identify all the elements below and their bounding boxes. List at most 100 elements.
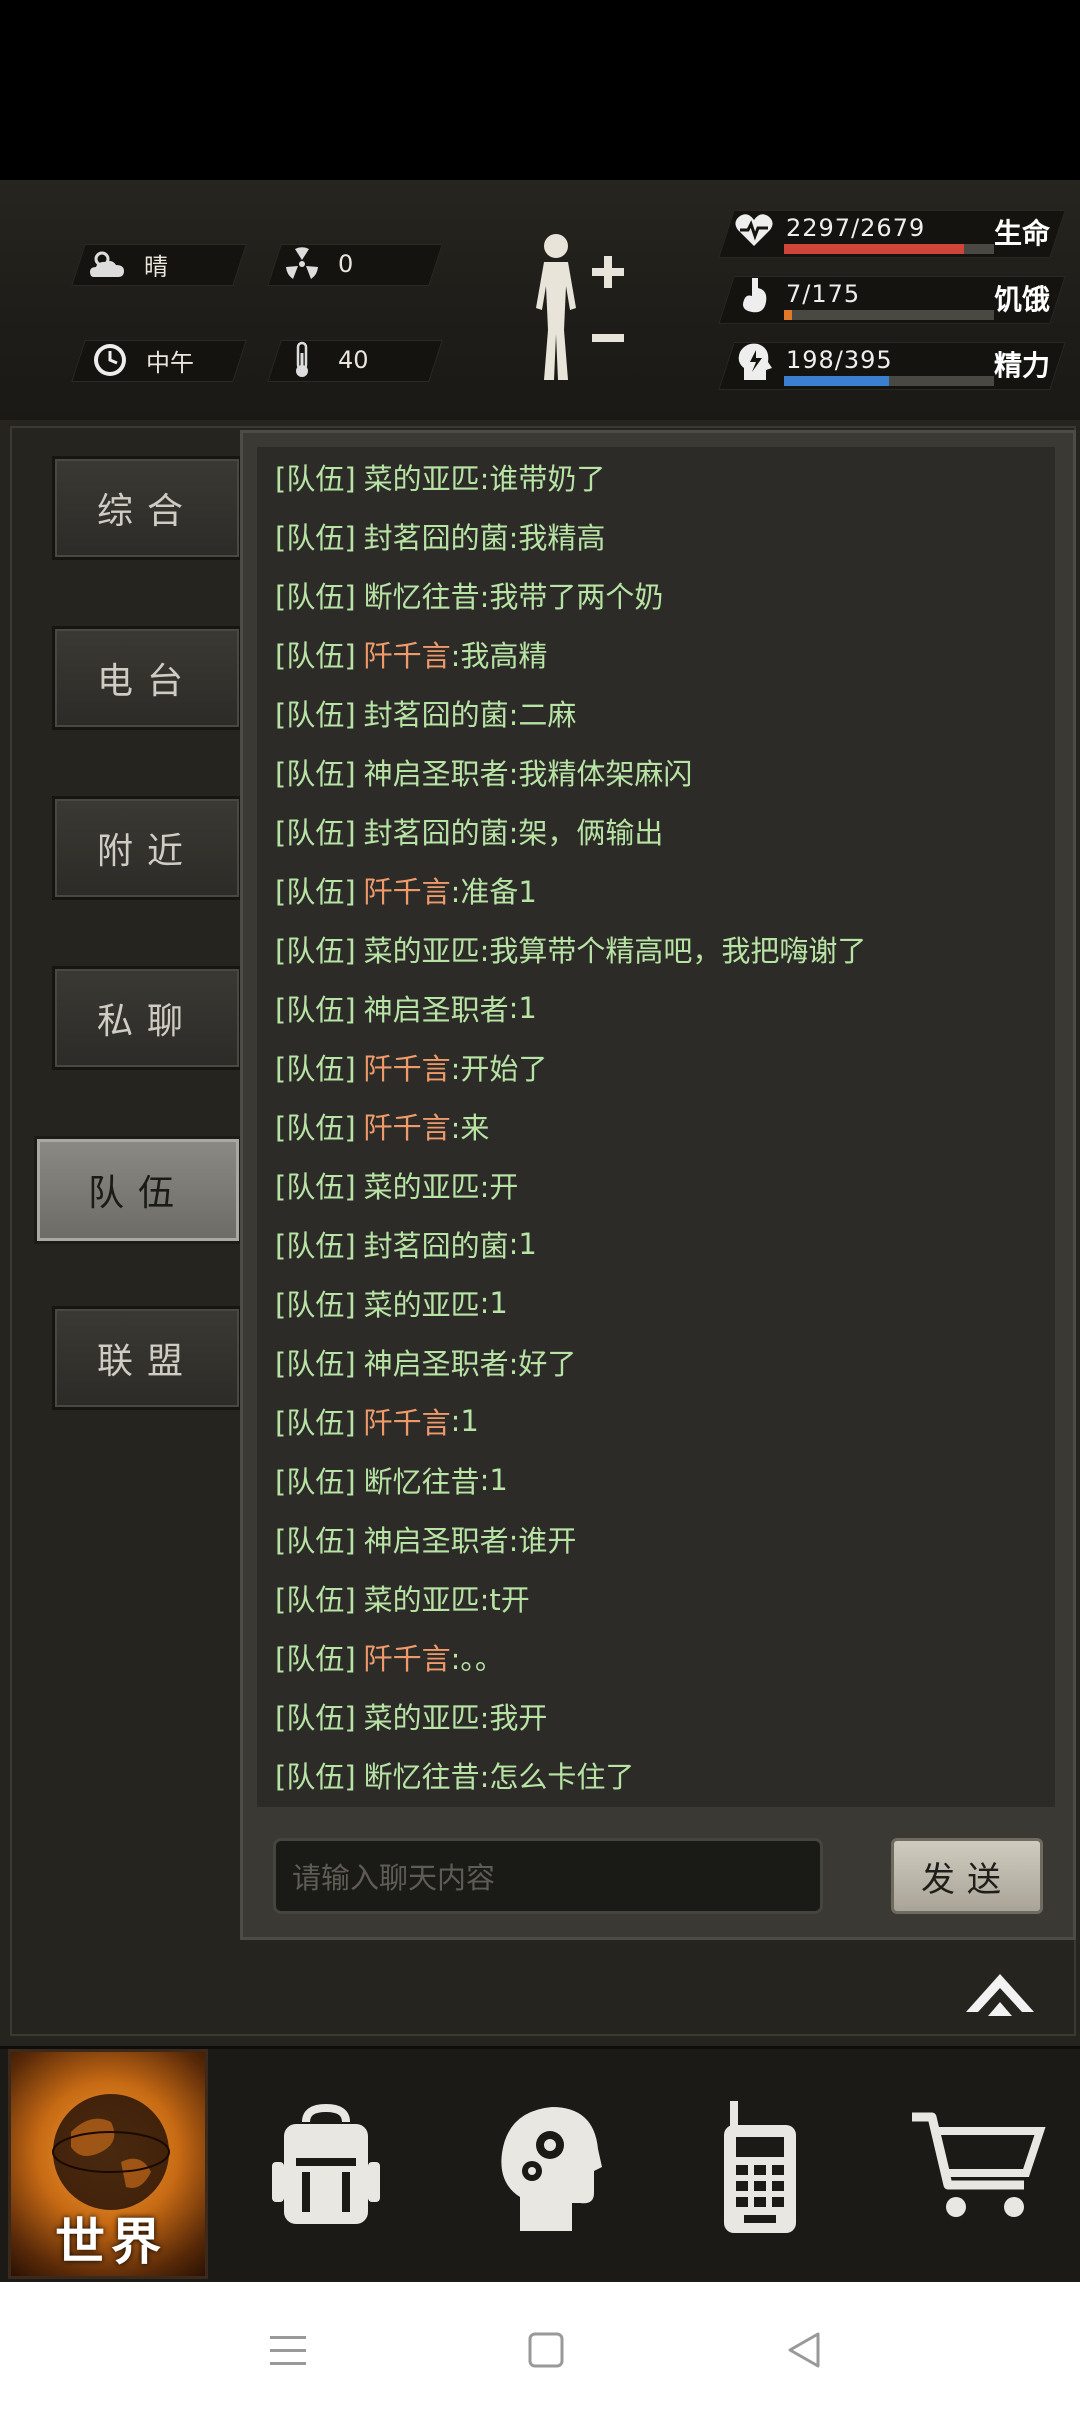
- thermometer-icon: [282, 340, 322, 380]
- chat-sender-name[interactable]: 菜的亚匹: [364, 456, 480, 498]
- chat-message[interactable]: [队伍] 神启圣职者:好了: [257, 1332, 1055, 1391]
- back-icon: [788, 2332, 820, 2368]
- chat-sender-name[interactable]: 阡千言: [364, 1046, 451, 1088]
- chat-message[interactable]: [队伍] 菜的亚匹:我算带个精高吧，我把嗨谢了: [257, 919, 1055, 978]
- chat-sender-name[interactable]: 阡千言: [364, 633, 451, 675]
- chat-sender-name[interactable]: 封茗囧的菌: [364, 515, 509, 557]
- chat-sender-name[interactable]: 菜的亚匹: [364, 1577, 480, 1619]
- chat-message-text: :开: [479, 1169, 519, 1204]
- collapse-button[interactable]: [960, 1960, 1040, 2020]
- chat-message[interactable]: [队伍] 阡千言:准备1: [257, 860, 1055, 919]
- tab-private[interactable]: 私聊: [52, 966, 242, 1070]
- energy-value: 198/395: [786, 346, 893, 374]
- backpack-icon: [272, 2103, 380, 2224]
- hud-panel: 晴 0 中午 40 2297/2679 生命 7/175 饥饿 198/395 …: [0, 180, 1080, 420]
- energy-stat: 198/395 精力: [718, 332, 1066, 392]
- tab-label: 联盟: [96, 1341, 197, 1382]
- chat-message-list[interactable]: [队伍] 菜的亚匹:谁带奶了 [队伍] 封茗囧的菌:我精高 [队伍] 断忆往昔:我带了两个…: [257, 447, 1055, 1807]
- chat-channel-tag: [队伍]: [275, 1582, 356, 1617]
- chat-sender-name[interactable]: 断忆往昔: [364, 574, 480, 616]
- back-button[interactable]: [774, 2320, 834, 2380]
- chat-message[interactable]: [队伍] 封茗囧的菌:我精高: [257, 506, 1055, 565]
- chat-sender-name[interactable]: 阡千言: [364, 1636, 451, 1678]
- energy-bar-fill: [784, 376, 889, 386]
- chat-message[interactable]: [队伍] 断忆往昔:1: [257, 1450, 1055, 1509]
- chat-message[interactable]: [队伍] 封茗囧的菌:1: [257, 1214, 1055, 1273]
- tab-team[interactable]: 队伍: [34, 1136, 242, 1244]
- chat-channel-tag: [队伍]: [275, 1641, 356, 1676]
- tab-radio[interactable]: 电台: [52, 626, 242, 730]
- home-button[interactable]: [516, 2320, 576, 2380]
- chat-channel-tag: [队伍]: [275, 1700, 356, 1735]
- nav-radio[interactable]: [660, 2049, 860, 2285]
- chat-screen: 综合 电台 附近 私聊 队伍 联盟 [队伍] 菜的亚匹:谁带奶了 [队伍] 封茗囧的菌…: [0, 420, 1080, 2050]
- chat-channel-tag: [队伍]: [275, 992, 356, 1027]
- chat-message[interactable]: [队伍] 菜的亚匹:我开: [257, 1686, 1055, 1745]
- chat-message-text: :1: [450, 1403, 479, 1438]
- clock-icon: [90, 340, 130, 380]
- nav-world-label: 世界: [55, 2213, 167, 2271]
- chat-message[interactable]: [队伍] 封茗囧的菌:二麻: [257, 683, 1055, 742]
- chat-channel-tag: [队伍]: [275, 1759, 356, 1794]
- send-button[interactable]: 发送: [891, 1838, 1043, 1914]
- chat-input-placeholder: 请输入聊天内容: [292, 1861, 496, 1895]
- system-nav-bar: [0, 2282, 1080, 2412]
- hunger-bar-fill: [784, 310, 793, 320]
- body-status-button[interactable]: [520, 230, 640, 390]
- chat-sender-name[interactable]: 封茗囧的菌: [364, 692, 509, 734]
- nav-shop[interactable]: [878, 2049, 1078, 2285]
- chat-sender-name[interactable]: 阡千言: [364, 1105, 451, 1147]
- chat-channel-tag: [队伍]: [275, 1287, 356, 1322]
- chat-message[interactable]: [队伍] 阡千言:1: [257, 1391, 1055, 1450]
- tab-nearby[interactable]: 附近: [52, 796, 242, 900]
- chat-sender-name[interactable]: 阡千言: [364, 1400, 451, 1442]
- chat-message-text: :我开: [479, 1700, 548, 1735]
- chat-message[interactable]: [队伍] 菜的亚匹:开: [257, 1155, 1055, 1214]
- chat-sender-name[interactable]: 神启圣职者: [364, 1341, 509, 1383]
- chat-channel-tag: [队伍]: [275, 1405, 356, 1440]
- partly-cloudy-icon: [88, 244, 128, 284]
- chat-message[interactable]: [队伍] 神启圣职者:1: [257, 978, 1055, 1037]
- chat-sender-name[interactable]: 断忆往昔: [364, 1459, 480, 1501]
- chat-message-text: :谁带奶了: [479, 461, 606, 496]
- chat-message[interactable]: [队伍] 阡千言:开始了: [257, 1037, 1055, 1096]
- health-label: 生命: [994, 217, 1051, 250]
- hunger-value: 7/175: [786, 280, 861, 308]
- chat-sender-name[interactable]: 断忆往昔: [364, 1754, 480, 1796]
- chat-message[interactable]: [队伍] 菜的亚匹:谁带奶了: [257, 447, 1055, 506]
- chat-sender-name[interactable]: 菜的亚匹: [364, 928, 480, 970]
- chat-sender-name[interactable]: 菜的亚匹: [364, 1695, 480, 1737]
- chat-message[interactable]: [队伍] 断忆往昔:怎么卡住了: [257, 1745, 1055, 1804]
- chat-message[interactable]: [队伍] 封茗囧的菌:架，俩输出: [257, 801, 1055, 860]
- chat-sender-name[interactable]: 菜的亚匹: [364, 1282, 480, 1324]
- chat-sender-name[interactable]: 阡千言: [364, 869, 451, 911]
- chat-message-text: :谁开: [508, 1523, 577, 1558]
- stomach-icon: [732, 274, 780, 322]
- chat-message[interactable]: [队伍] 阡千言:我高精: [257, 624, 1055, 683]
- chat-message[interactable]: [队伍] 菜的亚匹:t开: [257, 1568, 1055, 1627]
- chat-channel-tag: [队伍]: [275, 756, 356, 791]
- menu-button[interactable]: [258, 2320, 318, 2380]
- radiation-value: 0: [338, 250, 354, 278]
- chat-sender-name[interactable]: 菜的亚匹: [364, 1164, 480, 1206]
- chat-message[interactable]: [队伍] 阡千言:来: [257, 1096, 1055, 1155]
- chat-sender-name[interactable]: 神启圣职者: [364, 987, 509, 1029]
- nav-backpack[interactable]: [226, 2049, 426, 2285]
- hunger-stat: 7/175 饥饿: [718, 266, 1066, 326]
- chat-sender-name[interactable]: 封茗囧的菌: [364, 1223, 509, 1265]
- tab-alliance[interactable]: 联盟: [52, 1306, 242, 1410]
- chat-message[interactable]: [队伍] 断忆往昔:我带了两个奶: [257, 565, 1055, 624]
- chat-sender-name[interactable]: 神启圣职者: [364, 751, 509, 793]
- chat-sender-name[interactable]: 神启圣职者: [364, 1518, 509, 1560]
- tab-general[interactable]: 综合: [52, 456, 242, 560]
- nav-world[interactable]: 世界: [8, 2049, 208, 2279]
- nav-skills[interactable]: [450, 2049, 650, 2285]
- chat-message[interactable]: [队伍] 阡千言:。。: [257, 1627, 1055, 1686]
- menu-icon: [270, 2336, 306, 2365]
- chat-sender-name[interactable]: 封茗囧的菌: [364, 810, 509, 852]
- chat-message[interactable]: [队伍] 菜的亚匹:1: [257, 1273, 1055, 1332]
- tab-label: 队伍: [87, 1173, 188, 1214]
- chat-input[interactable]: 请输入聊天内容: [273, 1838, 823, 1914]
- chat-message[interactable]: [队伍] 神启圣职者:谁开: [257, 1509, 1055, 1568]
- chat-message[interactable]: [队伍] 神启圣职者:我精体架麻闪: [257, 742, 1055, 801]
